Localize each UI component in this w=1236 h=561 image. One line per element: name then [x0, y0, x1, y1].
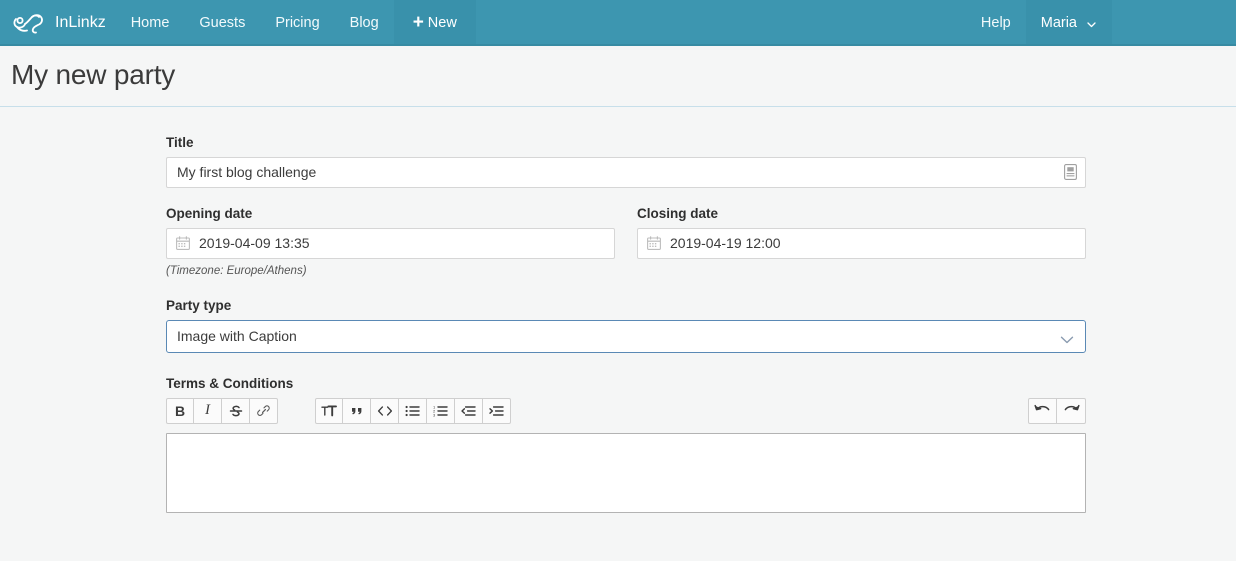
numbered-list-icon: 1 2 3 — [433, 405, 448, 417]
indent-icon — [489, 405, 504, 417]
header-divider — [0, 105, 1236, 107]
nav-item-pricing[interactable]: Pricing — [260, 0, 334, 46]
chevron-down-icon[interactable] — [1060, 332, 1074, 344]
nav-item-help[interactable]: Help — [966, 0, 1026, 46]
italic-icon: I — [205, 402, 210, 419]
text-size-button[interactable] — [315, 397, 343, 424]
toolbar-group-history — [1028, 397, 1086, 424]
editor-toolbar: B I 1 2 3 — [166, 397, 1086, 424]
indent-button[interactable] — [483, 397, 511, 424]
code-icon — [377, 405, 393, 417]
title-input[interactable]: My first blog challenge — [166, 156, 1086, 188]
outdent-icon — [461, 405, 476, 417]
navbar-right-group: Help Maria — [966, 0, 1112, 46]
title-field-group: Title My first blog challenge — [166, 135, 1086, 188]
user-menu-label: Maria — [1040, 15, 1077, 31]
nav-item-home[interactable]: Home — [116, 0, 185, 46]
brand-label: InLinkz — [55, 14, 106, 31]
redo-icon — [1063, 404, 1080, 417]
timezone-note: (Timezone: Europe/Athens) — [166, 264, 307, 277]
strikethrough-icon — [229, 404, 243, 418]
party-type-value: Image with Caption — [177, 328, 297, 345]
svg-text:3: 3 — [433, 412, 436, 417]
page-title: My new party — [11, 59, 176, 90]
party-form: Title My first blog challenge Opening da… — [0, 107, 1236, 513]
terms-editor-textarea[interactable] — [166, 432, 1086, 513]
bold-icon: B — [174, 402, 186, 419]
calendar-icon — [176, 236, 190, 251]
nav-item-new-label: New — [427, 15, 457, 31]
title-label: Title — [166, 134, 194, 150]
opening-date-input[interactable]: 2019-04-09 13:35 — [166, 227, 615, 259]
closing-date-value: 2019-04-19 12:00 — [670, 235, 781, 252]
code-button[interactable] — [371, 397, 399, 424]
brand-link[interactable]: InLinkz — [0, 0, 116, 46]
toolbar-group-block: 1 2 3 — [315, 397, 511, 424]
title-input-value: My first blog challenge — [177, 164, 317, 181]
numbered-list-button[interactable]: 1 2 3 — [427, 397, 455, 424]
undo-icon — [1034, 404, 1051, 417]
dates-row: Opening date 2019-04-09 13:35 (Timezone:… — [166, 206, 1086, 277]
toolbar-group-format: B I — [166, 397, 278, 424]
bullet-list-icon — [405, 405, 420, 417]
quote-icon — [350, 404, 364, 418]
bold-button[interactable]: B — [166, 397, 194, 424]
terms-editor-group: Terms & Conditions B I 1 2 3 — [166, 376, 1086, 513]
undo-button[interactable] — [1028, 397, 1057, 424]
bullet-list-button[interactable] — [399, 397, 427, 424]
page-header: My new party — [0, 46, 1236, 107]
nav-item-blog[interactable]: Blog — [335, 0, 394, 46]
nav-item-guests[interactable]: Guests — [184, 0, 260, 46]
link-icon — [256, 404, 271, 418]
blockquote-button[interactable] — [343, 397, 371, 424]
calendar-icon — [647, 236, 661, 251]
party-type-label: Party type — [166, 297, 232, 313]
closing-date-input[interactable]: 2019-04-19 12:00 — [637, 227, 1086, 259]
top-navbar: InLinkz Home Guests Pricing Blog + New H… — [0, 0, 1236, 46]
outdent-button[interactable] — [455, 397, 483, 424]
id-card-icon[interactable] — [1064, 164, 1077, 181]
navbar-left-group: InLinkz Home Guests Pricing Blog + New — [0, 0, 476, 46]
text-size-icon — [321, 404, 337, 418]
closing-date-group: Closing date 2019-04-19 12:00 — [637, 206, 1086, 277]
redo-button[interactable] — [1057, 397, 1086, 424]
opening-date-group: Opening date 2019-04-09 13:35 (Timezone:… — [166, 206, 615, 277]
strikethrough-button[interactable] — [222, 397, 250, 424]
opening-date-label: Opening date — [166, 205, 253, 221]
user-menu[interactable]: Maria — [1025, 0, 1112, 46]
opening-date-value: 2019-04-09 13:35 — [199, 235, 310, 252]
link-button[interactable] — [250, 397, 278, 424]
frog-logo-icon — [12, 11, 46, 35]
nav-item-new[interactable]: + New — [393, 0, 476, 46]
party-type-group: Party type Image with Caption — [166, 298, 1086, 353]
party-type-select[interactable]: Image with Caption — [166, 319, 1086, 353]
closing-date-label: Closing date — [637, 205, 719, 221]
italic-button[interactable]: I — [194, 397, 222, 424]
terms-label: Terms & Conditions — [166, 375, 294, 391]
chevron-down-icon — [1086, 18, 1097, 29]
plus-icon: + — [412, 11, 424, 33]
